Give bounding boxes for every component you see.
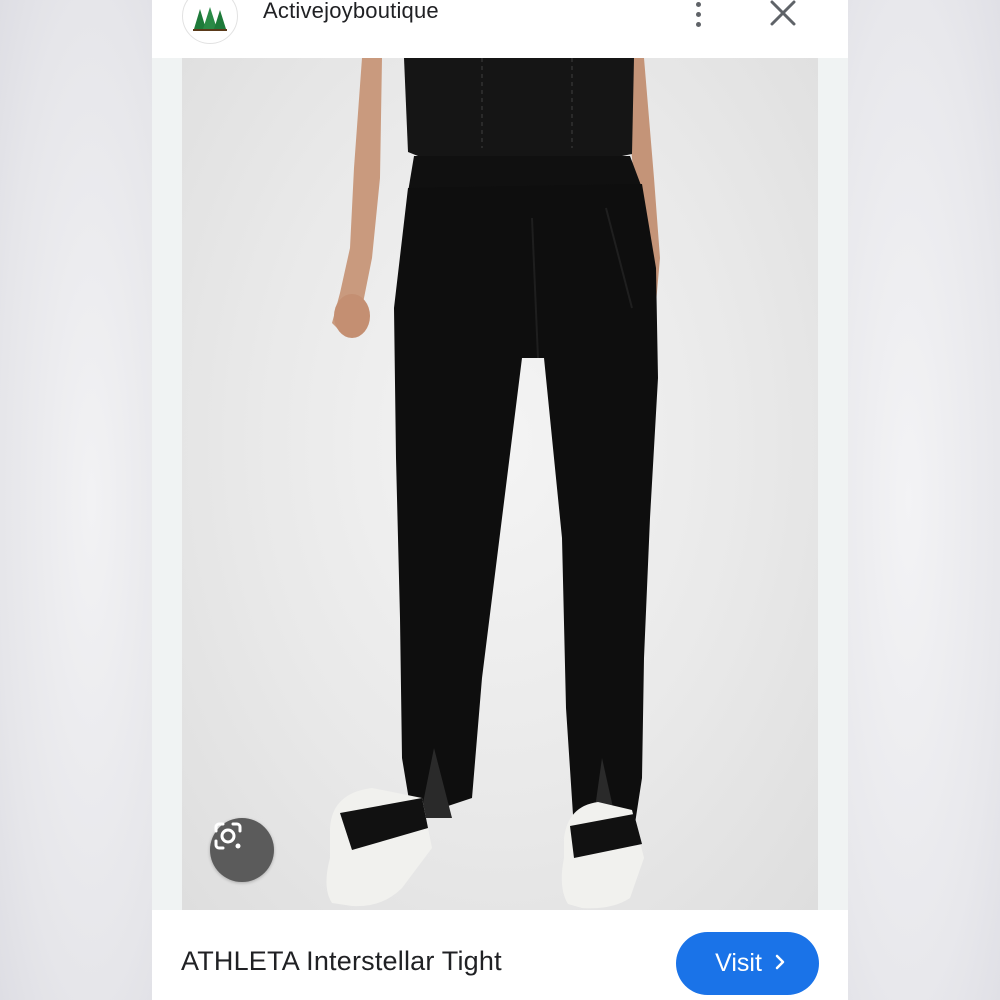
- more-vertical-icon-dot: [695, 11, 701, 17]
- seller-avatar[interactable]: [182, 0, 238, 44]
- visit-button-label: Visit: [715, 949, 762, 977]
- product-image-area: [152, 58, 848, 910]
- visit-button[interactable]: Visit: [676, 932, 819, 995]
- product-photo[interactable]: [182, 58, 818, 910]
- product-photo-illustration: [326, 58, 660, 909]
- close-button[interactable]: [764, 0, 800, 32]
- background-blur-right: [848, 0, 1000, 1000]
- close-icon: [770, 0, 796, 26]
- seller-name[interactable]: Activejoyboutique: [263, 0, 439, 24]
- more-options-button[interactable]: [680, 0, 716, 32]
- chevron-right-icon: [774, 949, 786, 978]
- more-vertical-icon: [695, 1, 701, 7]
- product-title[interactable]: ATHLETA Interstellar Tight: [181, 946, 502, 977]
- lens-camera-icon: [214, 822, 242, 850]
- background-blur-left: [0, 0, 152, 1000]
- panel-header: Activejoyboutique: [152, 0, 848, 58]
- pine-trees-logo-icon: [193, 7, 227, 31]
- more-vertical-icon-dot: [695, 21, 701, 27]
- lens-search-button[interactable]: [210, 818, 274, 882]
- shopping-result-panel: Activejoyboutique ATHLETA Interstellar T…: [152, 0, 848, 1000]
